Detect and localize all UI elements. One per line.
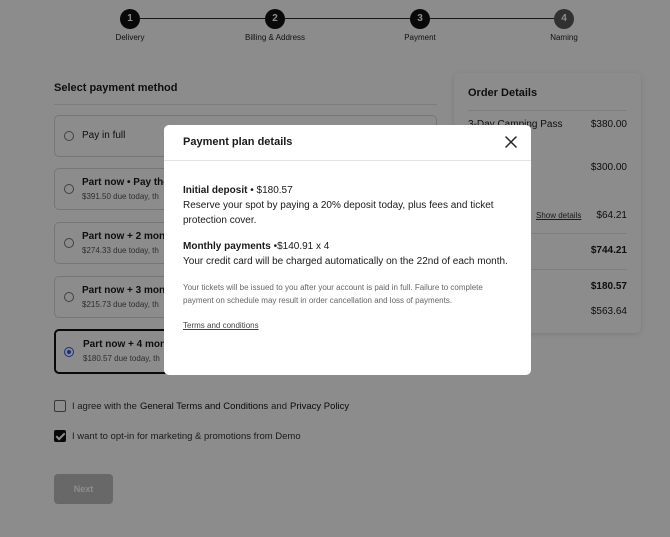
terms-and-conditions-link[interactable]: Terms and conditions	[183, 321, 259, 330]
payment-note: Your tickets will be issued to you after…	[183, 283, 483, 305]
monthly-section: Monthly payments •$140.91 x 4 Your credi…	[183, 239, 513, 269]
deposit-amount: • $180.57	[247, 185, 293, 196]
modal-body: Initial deposit • $180.57 Reserve your s…	[183, 183, 513, 333]
deposit-label: Initial deposit	[183, 185, 248, 196]
payment-plan-modal: Payment plan details Initial deposit • $…	[164, 125, 531, 375]
modal-title: Payment plan details	[183, 136, 293, 148]
monthly-amount: •$140.91 x 4	[270, 241, 330, 252]
deposit-description: Reserve your spot by paying a 20% deposi…	[183, 200, 494, 226]
monthly-description: Your credit card will be charged automat…	[183, 256, 508, 267]
deposit-section: Initial deposit • $180.57 Reserve your s…	[183, 183, 513, 228]
close-icon[interactable]	[504, 135, 518, 149]
modal-header: Payment plan details	[164, 125, 531, 161]
monthly-label: Monthly payments	[183, 241, 271, 252]
